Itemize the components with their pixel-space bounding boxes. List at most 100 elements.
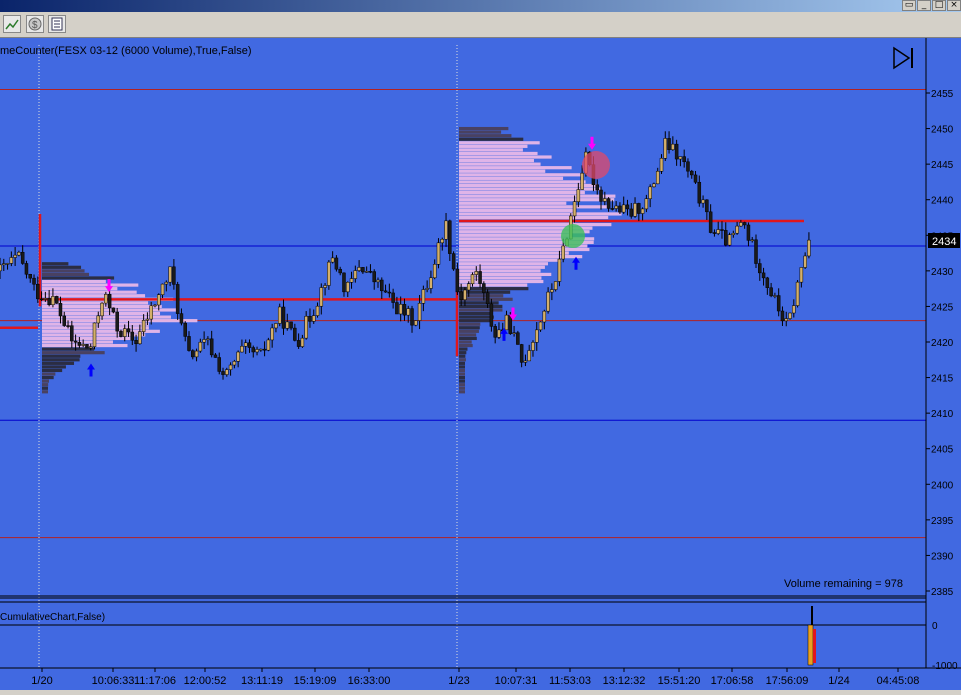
volume-remaining: Volume remaining = 978 [784, 578, 903, 590]
y-tick-label: 2450 [931, 125, 954, 136]
volume-profile-bar [459, 251, 569, 255]
candle-body [497, 329, 501, 338]
x-tick-label: 15:19:09 [294, 675, 337, 687]
candle-body [463, 289, 467, 300]
volume-profile-bar [459, 176, 564, 180]
volume-profile-bar [459, 180, 586, 184]
volume-profile-bar [459, 343, 473, 348]
volume-profile-bar [42, 383, 49, 387]
cumulative-bar-accent [813, 629, 816, 663]
candle-body [300, 337, 305, 347]
y-tick-label: 2415 [931, 374, 954, 385]
candle-body [198, 341, 203, 352]
candle-body [493, 326, 497, 338]
candle-body [141, 320, 146, 332]
candle-body [678, 156, 683, 160]
candle-body [85, 344, 89, 349]
candle-body [383, 290, 388, 293]
candle-body [754, 239, 758, 264]
candle-body [323, 285, 327, 288]
candle-body [172, 266, 176, 285]
candle-body [640, 208, 645, 214]
candle-body [799, 267, 804, 283]
candle-body [270, 327, 274, 341]
candle-body [338, 268, 342, 274]
candle-body [746, 224, 751, 241]
volume-profile-bar [459, 333, 477, 337]
candle-body [803, 255, 807, 268]
candle-body [538, 321, 543, 331]
window-controls: ▭ _ □ × [902, 0, 961, 12]
candle-body [712, 232, 717, 234]
candle-body [425, 288, 429, 290]
candle-body [285, 321, 290, 329]
dollar-icon[interactable]: $ [26, 15, 44, 33]
candle-body [115, 311, 119, 332]
candle-body [334, 257, 339, 270]
volume-profile-bar [459, 137, 524, 141]
candle-body [701, 199, 705, 204]
candle-body [104, 294, 108, 304]
candle-body [43, 298, 48, 300]
volume-profile-bar [459, 329, 479, 333]
y-tick-label: 2385 [931, 587, 954, 598]
candle-body [629, 208, 634, 217]
volume-profile-bar [459, 198, 615, 202]
volume-profile-bar [459, 162, 541, 166]
chart-area[interactable]: 2385 2390 2395 2400 2405 2410 2415 2420 2425 2430… [0, 38, 961, 690]
volume-profile-bar [459, 265, 545, 269]
candle-body [614, 205, 618, 209]
candle-body [448, 220, 452, 254]
candle-body [633, 203, 637, 217]
candle-body [417, 303, 422, 321]
candle-body [92, 322, 97, 347]
candle-body [792, 305, 796, 314]
candle-body [735, 225, 739, 234]
y-tick-label: 2445 [931, 160, 954, 171]
volume-profile-bar [459, 208, 576, 212]
candle-body [54, 296, 59, 304]
candle-body [122, 328, 127, 337]
current-price-label: 2434 [932, 236, 956, 248]
candle-body [557, 258, 562, 282]
candle-body [621, 204, 626, 213]
candle-body [149, 305, 153, 320]
volume-profile-bar [459, 151, 538, 156]
restore-button[interactable]: ▭ [902, 0, 916, 11]
candle-body [618, 205, 622, 213]
candle-body [776, 295, 781, 312]
candle-body [459, 291, 463, 300]
candle-body [191, 350, 195, 358]
x-tick-label: 1/20 [31, 675, 52, 687]
candle-body [391, 292, 395, 303]
candle-body [289, 321, 293, 329]
volume-profile-bar [459, 358, 466, 362]
chart-icon[interactable] [3, 15, 21, 33]
maximize-button[interactable]: □ [932, 0, 946, 11]
candle-body [705, 199, 709, 213]
y-tick-label: 2405 [931, 445, 954, 456]
candle-body [512, 332, 516, 334]
volume-profile-bar [459, 311, 491, 316]
candle-body [364, 271, 369, 273]
volume-profile-bar [459, 215, 609, 220]
volume-profile-bar [42, 265, 82, 269]
x-tick-label: 04:45:08 [877, 675, 920, 687]
x-tick-label: 17:06:58 [711, 675, 754, 687]
volume-profile-bar [42, 368, 63, 373]
volume-profile-bar [459, 262, 549, 266]
volume-profile-bar [459, 155, 552, 159]
properties-icon[interactable] [48, 15, 66, 33]
candle-body [157, 294, 161, 306]
candle-body [2, 263, 6, 266]
candle-body [236, 351, 240, 362]
y-tick-label: 2400 [931, 480, 954, 491]
x-tick-label: 17:56:09 [766, 675, 809, 687]
candle-body [436, 242, 441, 265]
candle-body [625, 204, 630, 210]
minimize-button[interactable]: _ [917, 0, 931, 11]
candle-body [179, 313, 184, 324]
x-tick-label: 15:51:20 [658, 675, 701, 687]
candle-body [368, 271, 373, 273]
close-button[interactable]: × [947, 0, 961, 11]
